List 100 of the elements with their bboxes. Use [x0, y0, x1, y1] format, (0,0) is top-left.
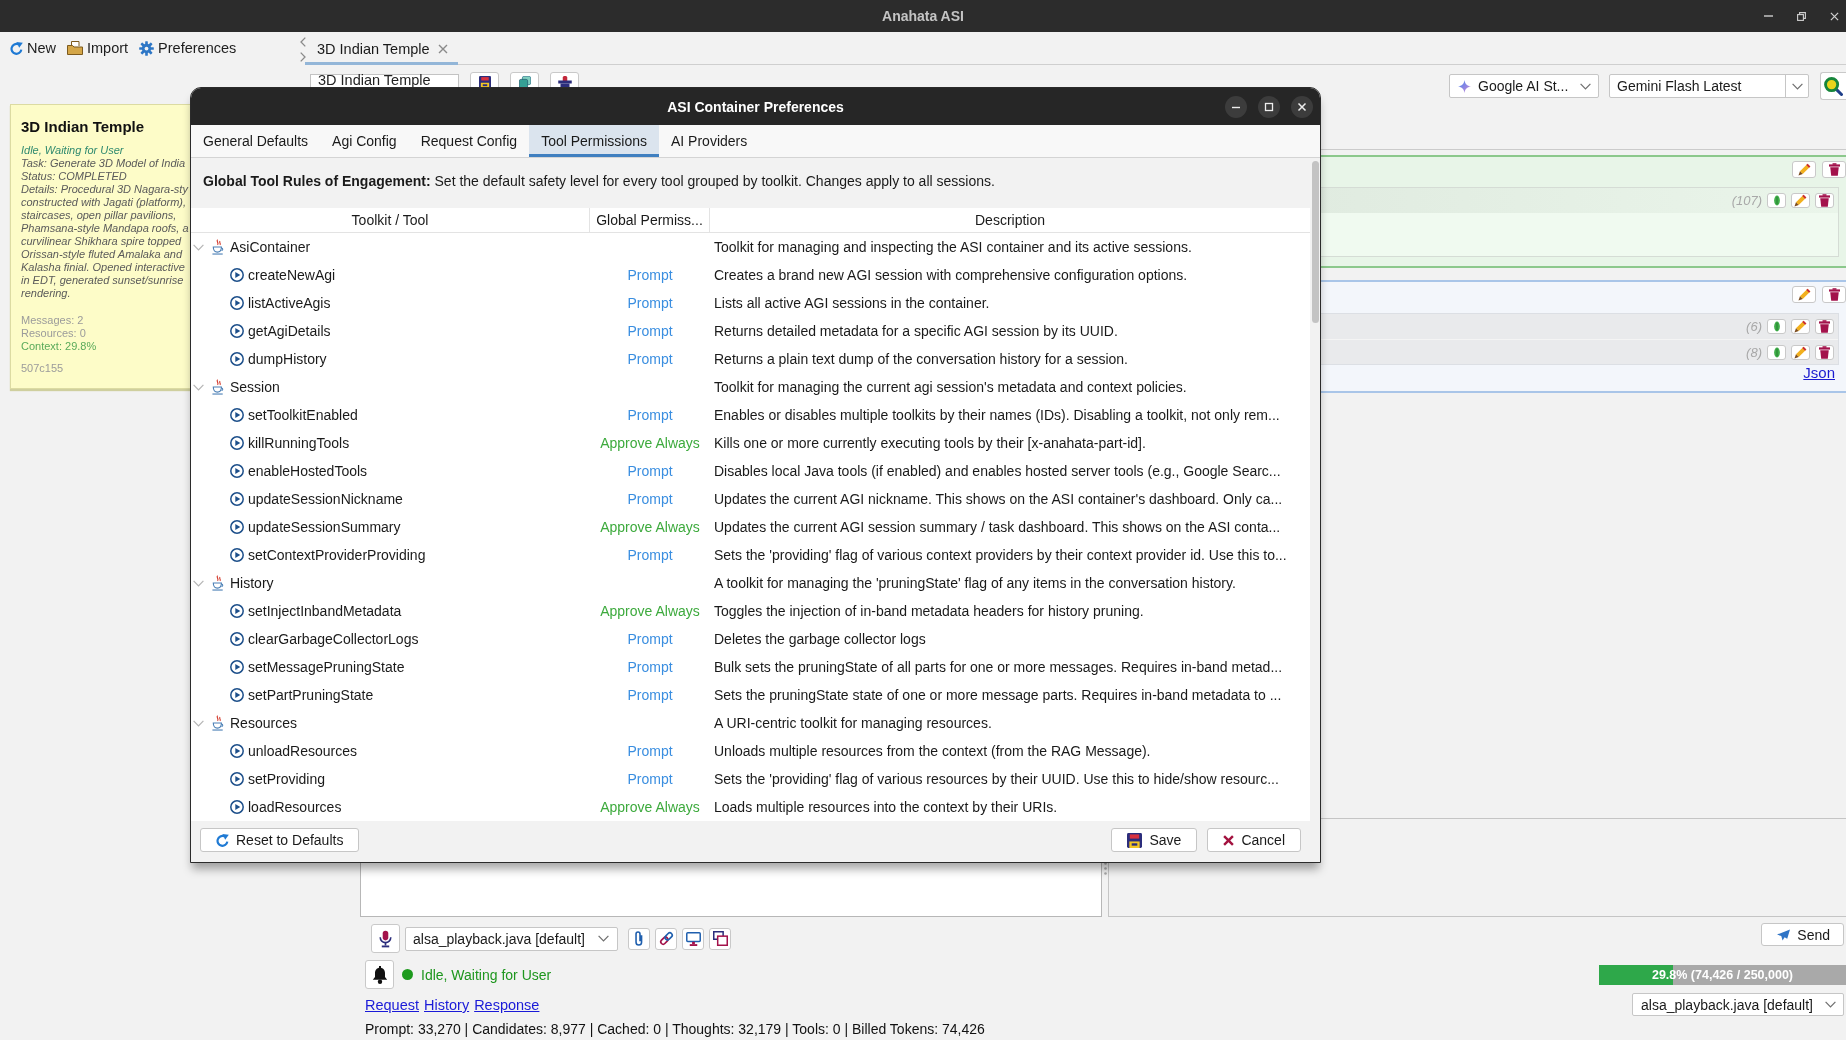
- restore-icon[interactable]: [1797, 11, 1806, 21]
- view-link[interactable]: Response: [474, 996, 540, 1014]
- delete-button[interactable]: [1822, 161, 1846, 178]
- tab[interactable]: AI Providers: [659, 125, 760, 157]
- delete-button[interactable]: [1815, 193, 1834, 208]
- close-icon: [1223, 834, 1235, 846]
- new-button[interactable]: New: [10, 40, 56, 56]
- chevron-down-icon: [598, 935, 609, 942]
- pencil-icon: [1797, 163, 1811, 176]
- bell-icon: [371, 965, 388, 984]
- tool-description: Updates the current AGI nickname. This shows on the ASI container's dashboard. Only ca...: [714, 491, 1283, 507]
- message-count: Messages: 2: [21, 314, 84, 327]
- permission-value: Prompt: [627, 267, 673, 283]
- chevron-right-icon[interactable]: [300, 52, 306, 62]
- summary-line: Orissan-style fluted Amalaka and: [21, 248, 182, 261]
- microphone-button[interactable]: [371, 924, 400, 953]
- context-dropdown[interactable]: alsa_playback.java [default]: [405, 926, 618, 951]
- summary-line: Status: COMPLETED: [21, 170, 127, 183]
- chevron-down-icon: [1791, 82, 1803, 90]
- leaf-button[interactable]: [1767, 344, 1786, 360]
- circular-arrow-icon: [216, 833, 229, 847]
- toolkit-description: A toolkit for managing the 'pruningState' flag of any items in the conversation history.: [714, 575, 1236, 591]
- permission-value: Prompt: [627, 659, 673, 675]
- tool-name: updateSessionNickname: [248, 491, 403, 507]
- file-dropdown[interactable]: alsa_playback.java [default]: [1632, 993, 1844, 1016]
- play-circle-icon: [230, 520, 244, 534]
- tab[interactable]: Agi Config: [320, 125, 409, 157]
- dialog-title: ASI Container Preferences: [667, 98, 844, 115]
- play-circle-icon: [230, 660, 244, 674]
- pencil-icon: [1797, 288, 1811, 301]
- close-icon[interactable]: [1830, 11, 1839, 21]
- reset-button[interactable]: Reset to Defaults: [200, 828, 360, 852]
- provider-dropdown[interactable]: Google AI St...: [1449, 74, 1599, 98]
- column-header[interactable]: Toolkit / Tool: [191, 208, 590, 233]
- tool-description: Returns detailed metadata for a specific AGI session by its UUID.: [714, 323, 1118, 339]
- resource-count: Resources: 0: [21, 327, 86, 340]
- play-circle-icon: [230, 296, 244, 310]
- search-button[interactable]: [1820, 72, 1846, 100]
- tool-name: updateSessionSummary: [248, 519, 401, 535]
- delete-button[interactable]: [1822, 286, 1846, 303]
- delete-button[interactable]: [1815, 344, 1834, 360]
- paperclip-icon: [635, 931, 643, 946]
- sparkle-icon: [1458, 79, 1471, 93]
- tab[interactable]: Request Config: [408, 125, 530, 157]
- attach-button[interactable]: [628, 927, 650, 950]
- play-circle-icon: [230, 688, 244, 702]
- send-button[interactable]: Send: [1761, 923, 1844, 946]
- context-usage: Context: 29.8%: [21, 340, 97, 353]
- scrollbar-thumb[interactable]: [1312, 161, 1319, 323]
- column-header[interactable]: Description: [710, 208, 1310, 233]
- json-link[interactable]: Json: [1803, 365, 1835, 381]
- tab[interactable]: General Defaults: [191, 125, 321, 157]
- summary-line: staircases, open pillar pavilions,: [21, 209, 177, 222]
- delete-button[interactable]: [1815, 319, 1834, 334]
- coffee-cup-icon: [212, 239, 224, 255]
- send-icon: [1777, 928, 1791, 941]
- view-link[interactable]: Request: [365, 996, 419, 1014]
- play-circle-icon: [230, 324, 244, 338]
- tab[interactable]: Tool Permissions: [529, 125, 659, 157]
- view-link[interactable]: History: [424, 996, 470, 1014]
- windows-button[interactable]: [709, 927, 731, 950]
- summary-line: curvilinear Shikhara spire topped: [21, 235, 182, 248]
- tool-description: Creates a brand new AGI session with comprehensive configuration options.: [714, 267, 1188, 283]
- import-button[interactable]: Import: [67, 40, 129, 56]
- column-header[interactable]: Global Permiss...: [590, 208, 710, 233]
- minimize-icon[interactable]: [1225, 95, 1247, 118]
- play-circle-icon: [230, 632, 244, 646]
- edit-button[interactable]: [1792, 286, 1816, 303]
- preferences-button[interactable]: Preferences: [139, 40, 237, 56]
- search-icon: [1824, 76, 1843, 96]
- leaf-button[interactable]: [1767, 319, 1786, 334]
- model-combobox[interactable]: Gemini Flash Latest: [1609, 74, 1809, 98]
- folder-icon: [67, 41, 83, 55]
- leaf-button[interactable]: [1767, 193, 1786, 208]
- pencil-icon: [1794, 345, 1807, 359]
- link-button[interactable]: [655, 927, 677, 950]
- monitor-icon: [685, 931, 701, 946]
- maximize-icon[interactable]: [1258, 95, 1280, 118]
- edit-button[interactable]: [1791, 344, 1810, 360]
- close-icon[interactable]: [1291, 95, 1313, 118]
- tool-name: unloadResources: [248, 743, 357, 759]
- tab[interactable]: 3D Indian Temple: [305, 32, 458, 65]
- permission-value: Prompt: [627, 463, 673, 479]
- trash-icon: [1819, 345, 1830, 359]
- cancel-button[interactable]: Cancel: [1207, 828, 1301, 852]
- notification-button[interactable]: [365, 960, 394, 989]
- save-button[interactable]: Save: [1111, 828, 1198, 852]
- chevron-left-icon[interactable]: [300, 37, 306, 47]
- edit-button[interactable]: [1792, 161, 1816, 178]
- monitor-button[interactable]: [682, 927, 704, 950]
- splitter-handle-icon[interactable]: [1103, 862, 1107, 875]
- toolkit-description: Toolkit for managing and inspecting the ASI container and its active sessions.: [714, 239, 1192, 255]
- permission-value: Prompt: [627, 351, 673, 367]
- tool-description: Sets the 'providing' flag of various context providers by their context provider id. Use this to...: [714, 547, 1287, 563]
- play-circle-icon: [230, 800, 244, 814]
- circular-arrow-icon: [10, 41, 23, 55]
- edit-button[interactable]: [1791, 193, 1810, 208]
- edit-button[interactable]: [1791, 319, 1810, 334]
- tool-description: Kills one or more currently executing tools by their [x-anahata-part-id].: [714, 435, 1146, 451]
- tool-name: setProviding: [248, 771, 326, 787]
